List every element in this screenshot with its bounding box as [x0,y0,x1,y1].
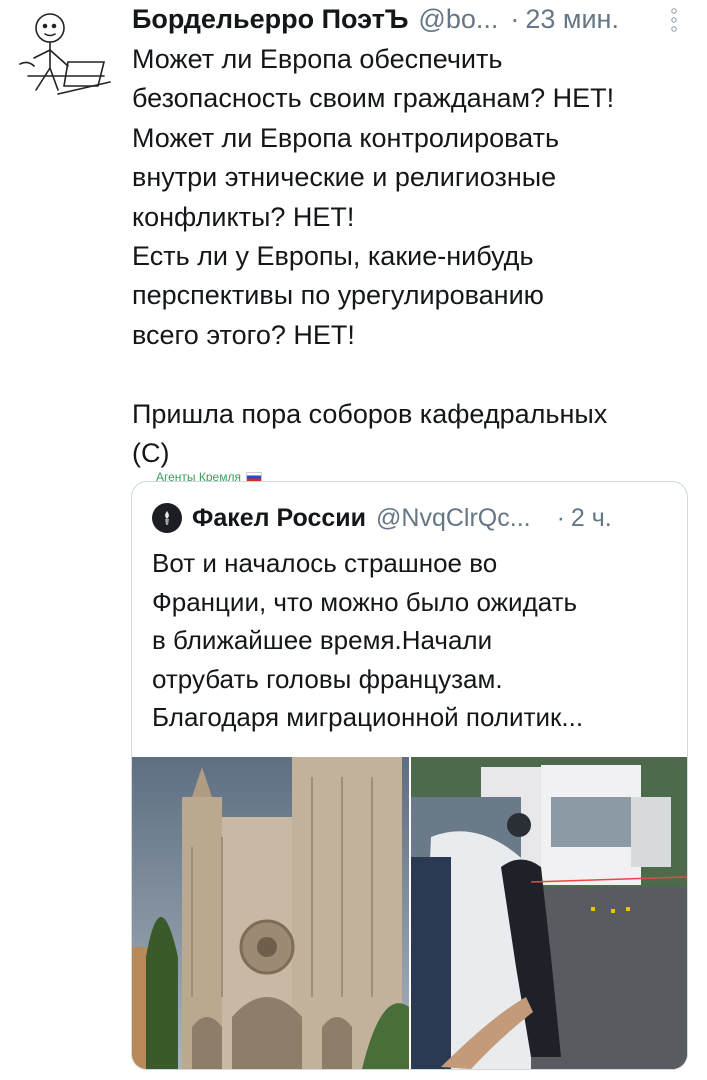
quoted-time[interactable]: 2 ч. [571,504,612,533]
torch-logo-icon[interactable] [152,503,182,533]
cathedral-photo[interactable] [132,757,409,1069]
quoted-tweet[interactable]: Факел России @NvqClrQc... · 2 ч. Вот и н… [131,481,688,1070]
media-grid [132,757,687,1069]
more-vertical-icon[interactable] [671,8,677,32]
quoted-text: Вот и началось страшное во Франции, что … [152,548,584,733]
police-street-photo[interactable] [411,757,687,1069]
separator-dot: · [510,4,520,34]
tweet-text: Может ли Европа обеспечить безопасность … [132,44,615,469]
quoted-separator-dot: · [556,503,565,532]
tweet-header: Бордельерро ПоэтЪ @bo... · 23 мин. [132,4,687,38]
quoted-header: Факел России @NvqClrQc... · 2 ч. [152,502,667,534]
avatar[interactable] [14,6,118,102]
author-handle[interactable]: @bo... [418,4,498,35]
author-name[interactable]: Бордельерро ПоэтЪ [132,4,408,35]
quoted-author-handle[interactable]: @NvqClrQc... [376,504,531,533]
tweet-time[interactable]: 23 мин. [525,4,619,35]
quoted-author-name[interactable]: Факел России [192,504,366,533]
